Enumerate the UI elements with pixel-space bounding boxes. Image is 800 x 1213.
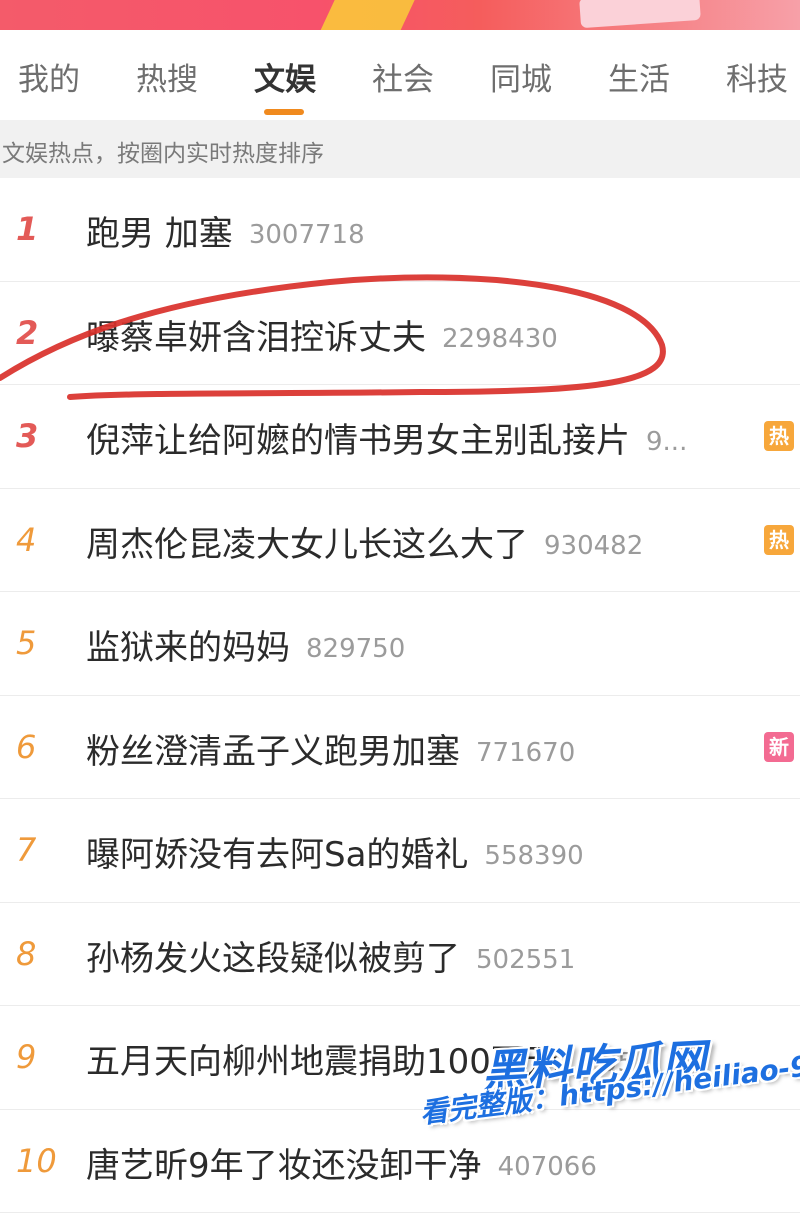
- item-title-line: 孙杨发火这段疑似被剪了 502551: [86, 931, 575, 980]
- rank-number: 4: [16, 521, 56, 559]
- rank-number: 5: [16, 624, 56, 662]
- item-title: 孙杨发火这段疑似被剪了: [86, 939, 460, 979]
- item-title-line: 唐艺昕9年了妆还没卸干净 407066: [86, 1138, 597, 1187]
- rank-number: 6: [16, 728, 56, 766]
- tab-society[interactable]: 社会: [372, 54, 434, 99]
- tab-entertainment[interactable]: 文娱: [254, 54, 316, 99]
- item-title: 监狱来的妈妈: [86, 628, 290, 668]
- heat-count: 502551: [476, 945, 575, 975]
- item-title: 粉丝澄清孟子义跑男加塞: [86, 732, 460, 772]
- hot-list: 1 跑男 加塞 3007718 2 曝蔡卓妍含泪控诉丈夫 2298430 3 倪萍让给阿嬷的情…: [0, 178, 800, 1213]
- item-title-line: 监狱来的妈妈 829750: [86, 620, 405, 669]
- active-tab-indicator: [264, 109, 304, 115]
- item-title-line: 粉丝澄清孟子义跑男加塞 771670: [86, 724, 575, 773]
- tab-local[interactable]: 同城: [490, 54, 552, 99]
- list-item[interactable]: 5 监狱来的妈妈 829750: [0, 592, 800, 696]
- list-item[interactable]: 4 周杰伦昆凌大女儿长这么大了 930482 热: [0, 489, 800, 593]
- list-item[interactable]: 10 唐艺昕9年了妆还没卸干净 407066: [0, 1110, 800, 1213]
- item-title: 倪萍让给阿嬷的情书男女主别乱接片: [86, 421, 630, 461]
- tab-mine[interactable]: 我的: [18, 54, 80, 99]
- heat-count: 829750: [306, 634, 405, 664]
- item-title: 曝蔡卓妍含泪控诉丈夫: [86, 318, 426, 358]
- list-item[interactable]: 8 孙杨发火这段疑似被剪了 502551: [0, 903, 800, 1007]
- item-title-line: 周杰伦昆凌大女儿长这么大了 930482: [86, 517, 643, 566]
- section-description: 文娱热点，按圈内实时热度排序: [0, 120, 800, 178]
- rank-number: 1: [16, 210, 56, 248]
- list-item[interactable]: 2 曝蔡卓妍含泪控诉丈夫 2298430: [0, 282, 800, 386]
- item-title-line: 曝蔡卓妍含泪控诉丈夫 2298430: [86, 310, 558, 359]
- rank-number: 3: [16, 417, 56, 455]
- item-title: 唐艺昕9年了妆还没卸干净: [86, 1146, 482, 1186]
- hot-badge: 热: [764, 525, 794, 555]
- rank-number: 7: [16, 831, 56, 869]
- heat-count: 558390: [484, 841, 583, 871]
- section-description-text: 文娱热点，按圈内实时热度排序: [2, 134, 324, 168]
- item-title-line: 曝阿娇没有去阿Sa的婚礼 558390: [86, 827, 584, 876]
- heat-count: 407066: [498, 1152, 597, 1182]
- hot-badge: 热: [764, 421, 794, 451]
- tab-hot-search[interactable]: 热搜: [136, 54, 198, 99]
- rank-number: 9: [16, 1038, 56, 1076]
- rank-number: 8: [16, 935, 56, 973]
- tab-tech[interactable]: 科技: [726, 54, 788, 99]
- list-item[interactable]: 1 跑男 加塞 3007718: [0, 178, 800, 282]
- heat-count: …95: [575, 1048, 634, 1078]
- heat-count: 930482: [544, 531, 643, 561]
- heat-count: 771670: [476, 738, 575, 768]
- rank-number: 2: [16, 314, 56, 352]
- heat-count: 3007718: [249, 220, 365, 250]
- list-item[interactable]: 6 粉丝澄清孟子义跑男加塞 771670 新: [0, 696, 800, 800]
- tab-life[interactable]: 生活: [608, 54, 670, 99]
- banner-decoration: [579, 0, 701, 28]
- item-title: 周杰伦昆凌大女儿长这么大了: [86, 525, 528, 565]
- list-item[interactable]: 7 曝阿娇没有去阿Sa的婚礼 558390: [0, 799, 800, 903]
- list-item[interactable]: 9 五月天向柳州地震捐助100万元 …95: [0, 1006, 800, 1110]
- heat-count: 9...: [646, 427, 687, 457]
- item-title: 跑男 加塞: [86, 214, 233, 254]
- new-badge: 新: [764, 732, 794, 762]
- list-item[interactable]: 3 倪萍让给阿嬷的情书男女主别乱接片 9... 热: [0, 385, 800, 489]
- item-title: 五月天向柳州地震捐助100万元: [86, 1042, 559, 1082]
- item-title: 曝阿娇没有去阿Sa的婚礼: [86, 835, 468, 875]
- rank-number: 10: [16, 1142, 56, 1180]
- item-title-line: 五月天向柳州地震捐助100万元 …95: [86, 1034, 634, 1083]
- item-title-line: 倪萍让给阿嬷的情书男女主别乱接片 9...: [86, 413, 687, 462]
- item-title-line: 跑男 加塞 3007718: [86, 206, 365, 255]
- category-tabs: 我的 热搜 文娱 社会 同城 生活 科技: [0, 30, 800, 120]
- banner-decoration: [321, 0, 420, 30]
- top-banner: [0, 0, 800, 30]
- heat-count: 2298430: [442, 324, 558, 354]
